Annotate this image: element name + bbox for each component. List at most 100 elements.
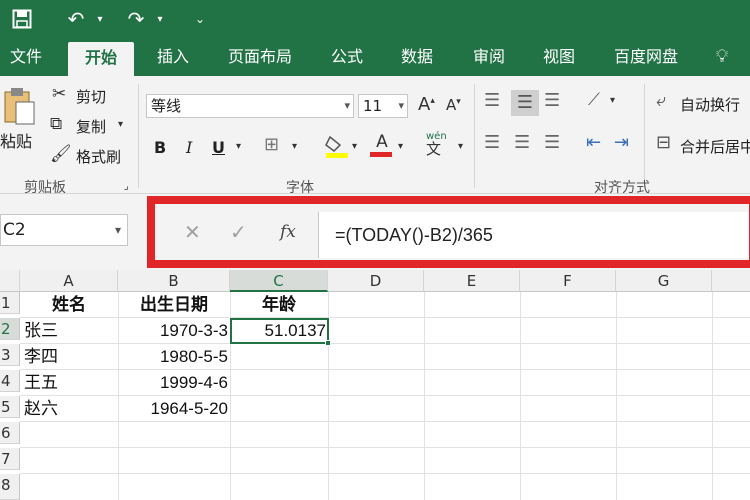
- bottom-align-icon[interactable]: ☰: [544, 92, 560, 110]
- row-header-4[interactable]: 4: [0, 370, 20, 392]
- column-header-c[interactable]: C: [230, 270, 328, 292]
- decrease-indent-icon[interactable]: ⇤: [586, 134, 601, 152]
- font-color-icon[interactable]: A: [370, 134, 394, 157]
- orientation-dropdown-icon[interactable]: ▾: [610, 96, 615, 106]
- cut-icon[interactable]: ✂: [52, 86, 66, 103]
- paste-button[interactable]: 粘贴: [0, 128, 32, 152]
- fill-color-icon[interactable]: [324, 134, 350, 162]
- chevron-down-icon[interactable]: ▾: [398, 95, 404, 117]
- name-box-value: C2: [3, 220, 26, 240]
- merge-center-button[interactable]: 合并后居中: [680, 136, 750, 157]
- border-icon[interactable]: ⊞: [264, 136, 279, 154]
- copy-button[interactable]: 复制: [76, 116, 106, 137]
- column-header-b[interactable]: B: [118, 270, 230, 292]
- tab-home[interactable]: 开始: [68, 42, 134, 76]
- column-header-next[interactable]: [712, 270, 750, 292]
- wrap-text-button[interactable]: 自动换行: [680, 94, 740, 115]
- name-box[interactable]: C2 ▾: [0, 214, 128, 246]
- row-header-2[interactable]: 2: [0, 318, 20, 340]
- ribbon-home: 粘贴 ✂ 剪切 ⧉ 复制 ▾ 🖌︎ 格式刷 剪贴板 ⌟ 等线 ▾ 11 ▾ A▴…: [0, 76, 750, 196]
- font-size-combo[interactable]: 11 ▾: [358, 94, 408, 118]
- align-left-icon[interactable]: ☰: [484, 134, 500, 152]
- font-color-glyph: A: [376, 132, 388, 152]
- row-header-1[interactable]: 1: [0, 292, 20, 314]
- cell-c1[interactable]: 年龄: [230, 294, 328, 316]
- format-painter-button[interactable]: 格式刷: [76, 146, 121, 167]
- select-all-corner[interactable]: [0, 270, 20, 292]
- align-center-icon[interactable]: ☰: [514, 134, 530, 152]
- save-icon[interactable]: [8, 0, 36, 38]
- row-header-5[interactable]: 5: [0, 396, 20, 418]
- gridline: [520, 292, 521, 500]
- undo-icon[interactable]: ↶: [62, 0, 90, 38]
- cell-a1[interactable]: 姓名: [20, 294, 118, 316]
- cell-b3[interactable]: 1980-5-5: [118, 346, 230, 368]
- chevron-down-icon[interactable]: ▾: [115, 215, 121, 245]
- row-header-7[interactable]: 7: [0, 448, 20, 470]
- top-align-icon[interactable]: ☰: [484, 92, 500, 110]
- tab-insert[interactable]: 插入: [146, 38, 200, 76]
- gridline: [20, 317, 750, 318]
- middle-align-icon[interactable]: ☰: [511, 90, 539, 116]
- redo-icon[interactable]: ↷: [122, 0, 150, 38]
- wrap-text-icon[interactable]: ⤶: [656, 92, 666, 110]
- row-header-3[interactable]: 3: [0, 344, 20, 366]
- tab-page-layout[interactable]: 页面布局: [218, 38, 302, 76]
- phonetic-guide-icon[interactable]: wén 文: [426, 132, 447, 157]
- group-separator: [474, 84, 475, 188]
- title-bar: ↶ ▾ ↷ ▾ ⌄: [0, 0, 750, 38]
- merge-center-icon[interactable]: ⊟: [656, 134, 671, 152]
- cell-a3[interactable]: 李四: [24, 346, 118, 368]
- cell-b1[interactable]: 出生日期: [118, 294, 230, 316]
- fill-handle[interactable]: [325, 340, 331, 346]
- customize-toolbar-icon[interactable]: ⌄: [190, 0, 210, 38]
- ribbon-tabs: 文件 开始 插入 页面布局 公式 数据 审阅 视图 百度网盘 💡︎: [0, 38, 750, 76]
- redo-dropdown-icon[interactable]: ▾: [152, 0, 168, 38]
- lightbulb-icon[interactable]: 💡︎: [710, 38, 734, 76]
- gridline: [20, 369, 750, 370]
- underline-button[interactable]: U: [212, 138, 225, 157]
- tab-view[interactable]: 视图: [532, 38, 586, 76]
- paste-icon[interactable]: [2, 86, 36, 130]
- cell-b4[interactable]: 1999-4-6: [118, 372, 230, 394]
- tab-baidu-netdisk[interactable]: 百度网盘: [604, 38, 688, 76]
- column-header-a[interactable]: A: [20, 270, 118, 292]
- column-header-f[interactable]: F: [520, 270, 616, 292]
- bold-button[interactable]: B: [154, 138, 166, 157]
- gridline: [20, 421, 750, 422]
- row-header-6[interactable]: 6: [0, 422, 20, 444]
- format-painter-icon[interactable]: 🖌︎: [50, 146, 72, 163]
- decrease-font-size-icon[interactable]: A▾: [446, 98, 461, 113]
- font-name-combo[interactable]: 等线 ▾: [146, 94, 354, 118]
- cell-a5[interactable]: 赵六: [24, 398, 118, 420]
- border-dropdown-icon[interactable]: ▾: [292, 142, 297, 152]
- tab-review[interactable]: 审阅: [462, 38, 516, 76]
- increase-font-size-icon[interactable]: A▴: [418, 96, 435, 114]
- cell-a2[interactable]: 张三: [24, 320, 118, 342]
- undo-dropdown-icon[interactable]: ▾: [92, 0, 108, 38]
- tab-file[interactable]: 文件: [0, 38, 52, 76]
- clipboard-launcher-icon[interactable]: ⌟: [124, 182, 129, 192]
- cell-b2[interactable]: 1970-3-3: [118, 320, 230, 342]
- tab-formulas[interactable]: 公式: [320, 38, 374, 76]
- gridline: [616, 292, 617, 500]
- cell-b5[interactable]: 1964-5-20: [118, 398, 230, 420]
- increase-indent-icon[interactable]: ⇥: [614, 134, 629, 152]
- copy-dropdown-icon[interactable]: ▾: [118, 120, 123, 130]
- orientation-icon[interactable]: ⟋: [588, 92, 600, 109]
- row-header-8[interactable]: 8: [0, 474, 20, 500]
- column-header-d[interactable]: D: [328, 270, 424, 292]
- font-color-dropdown-icon[interactable]: ▾: [398, 142, 403, 152]
- fill-color-dropdown-icon[interactable]: ▾: [352, 142, 357, 152]
- align-right-icon[interactable]: ☰: [544, 134, 560, 152]
- cut-button[interactable]: 剪切: [76, 86, 106, 107]
- column-header-g[interactable]: G: [616, 270, 712, 292]
- cell-a4[interactable]: 王五: [24, 372, 118, 394]
- phonetic-dropdown-icon[interactable]: ▾: [458, 142, 463, 152]
- copy-icon[interactable]: ⧉: [50, 116, 62, 133]
- italic-button[interactable]: I: [186, 138, 192, 157]
- tab-data[interactable]: 数据: [390, 38, 444, 76]
- underline-dropdown-icon[interactable]: ▾: [236, 142, 241, 152]
- chevron-down-icon[interactable]: ▾: [344, 95, 350, 117]
- column-header-e[interactable]: E: [424, 270, 520, 292]
